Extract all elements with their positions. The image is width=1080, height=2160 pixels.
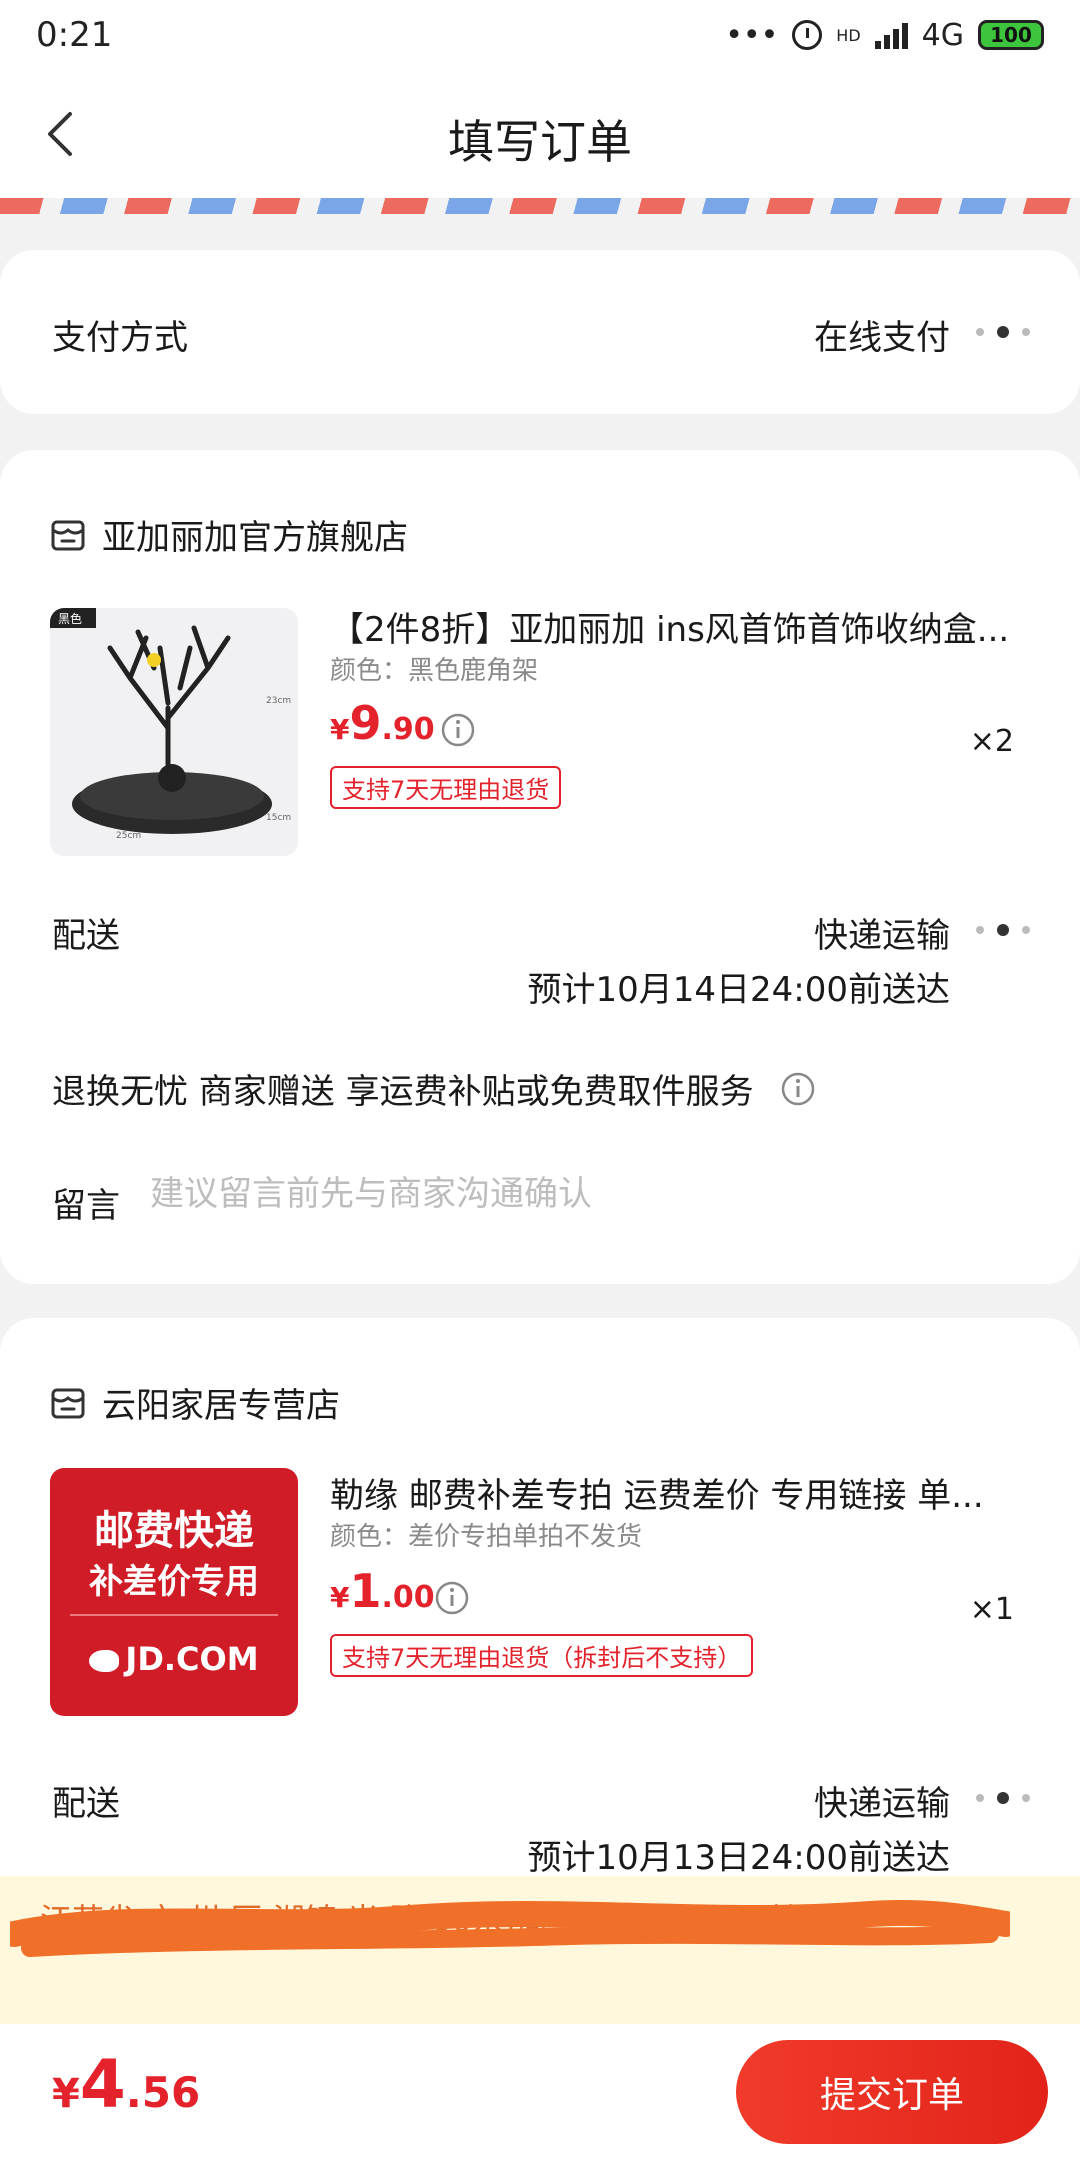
product-spec: 颜色：黑色鹿角架: [330, 656, 539, 686]
price-integer: 1: [349, 1564, 382, 1618]
price-decimal: .00: [381, 1580, 435, 1615]
product-spec: 颜色：差价专拍单拍不发货: [330, 1522, 643, 1552]
shop-name: 云阳家居专营店: [102, 1386, 340, 1426]
jd-brand: JD.COM: [125, 1640, 259, 1678]
note-input[interactable]: [150, 1174, 990, 1214]
price-integer: 9: [349, 696, 382, 750]
airmail-stripe: [0, 198, 1080, 214]
battery-icon: 100: [978, 20, 1044, 50]
image-dim-width: 25cm: [116, 831, 141, 841]
product-price: ¥ 9 .90: [330, 696, 435, 750]
price-decimal: .90: [381, 712, 435, 747]
info-icon[interactable]: [780, 1071, 816, 1107]
shop-name: 亚加丽加官方旗舰店: [102, 518, 408, 558]
payment-value: 在线支付: [814, 318, 950, 358]
network-label: 4G: [921, 17, 964, 53]
status-icons: ••• HD 4G 100: [725, 18, 1044, 53]
payment-label: 支付方式: [52, 318, 188, 358]
order-total: ¥ 4 .56: [52, 2046, 200, 2123]
antler-jewelry-stand-image: 黑色 23cm 25cm 15cm: [50, 608, 298, 856]
product-price: ¥ 1 .00: [330, 1564, 435, 1618]
total-decimal: .56: [125, 2068, 201, 2117]
image-dim-depth: 15cm: [266, 813, 291, 823]
delivery-label: 配送: [52, 916, 120, 956]
more-icon[interactable]: [976, 922, 1030, 938]
more-icon[interactable]: [976, 324, 1030, 340]
shop-icon: [51, 1388, 85, 1418]
info-icon[interactable]: [440, 712, 476, 748]
nav-bar: 填写订单: [0, 70, 1080, 198]
shop-icon: [51, 520, 85, 550]
jd-logo: JD.COM: [50, 1640, 298, 1678]
delivery-label: 配送: [52, 1784, 120, 1824]
delivery-eta: 预计10月14日24:00前送达: [527, 970, 950, 1010]
quantity: ×1: [969, 1592, 1014, 1627]
store-card: 亚加丽加官方旗舰店 黑色 23cm 25cm 15cm 【2件8折】亚加丽加 i…: [0, 450, 1080, 1284]
info-icon[interactable]: [434, 1580, 470, 1616]
image-dim-height: 23cm: [266, 696, 291, 706]
product-title[interactable]: 勒缘 邮费补差专拍 运费差价 专用链接 单...: [330, 1468, 1030, 1517]
image-tag: 黑色: [58, 612, 82, 626]
image-line-2: 补差价专用: [89, 1562, 259, 1602]
delivery-eta: 预计10月13日24:00前送达: [527, 1838, 950, 1878]
image-line-1: 邮费快递: [94, 1508, 254, 1554]
more-icon[interactable]: [976, 1790, 1030, 1806]
shop-header[interactable]: 亚加丽加官方旗舰店: [50, 510, 408, 559]
shop-header[interactable]: 云阳家居专营店: [50, 1378, 340, 1427]
product-image[interactable]: 邮费快递 补差价专用 JD.COM: [50, 1468, 298, 1716]
price-currency: ¥: [330, 713, 350, 746]
alarm-icon: [792, 20, 823, 50]
note-label: 留言: [52, 1186, 120, 1226]
quantity: ×2: [969, 724, 1014, 759]
checkout-bar: ¥ 4 .56 提交订单: [0, 2024, 1080, 2160]
more-dots-icon: •••: [725, 17, 779, 53]
signal-icon: [874, 21, 908, 49]
product-image[interactable]: 黑色 23cm 25cm 15cm: [50, 608, 298, 856]
divider: [70, 1614, 278, 1616]
return-policy-badge: 支持7天无理由退货（拆封后不支持）: [330, 1634, 754, 1677]
status-time: 0:21: [36, 15, 113, 55]
payment-row[interactable]: 支付方式 在线支付: [0, 250, 1080, 414]
product-title[interactable]: 【2件8折】亚加丽加 ins风首饰首饰收纳盒...: [330, 602, 1030, 651]
total-currency: ¥: [52, 2071, 80, 2117]
service-row[interactable]: 退换无忧 商家赠送 享运费补贴或免费取件服务: [52, 1064, 816, 1113]
status-bar: 0:21 ••• HD 4G 100: [0, 0, 1080, 70]
page-title: 填写订单: [448, 115, 632, 169]
submit-order-button[interactable]: 提交订单: [736, 2040, 1048, 2144]
hd-label: HD: [836, 25, 861, 45]
delivery-method[interactable]: 快递运输: [814, 908, 950, 957]
price-currency: ¥: [330, 1581, 350, 1614]
total-integer: 4: [79, 2046, 126, 2123]
return-policy-badge: 支持7天无理由退货: [330, 766, 562, 809]
address-banner[interactable]: 江苏省 市 州 区 湖镇 光 路 00米)尚书苑二区224号楼: [0, 1876, 1080, 2024]
service-text: 退换无忧 商家赠送 享运费补贴或免费取件服务: [52, 1072, 754, 1112]
delivery-method[interactable]: 快递运输: [814, 1776, 950, 1825]
dog-icon: [89, 1650, 120, 1672]
